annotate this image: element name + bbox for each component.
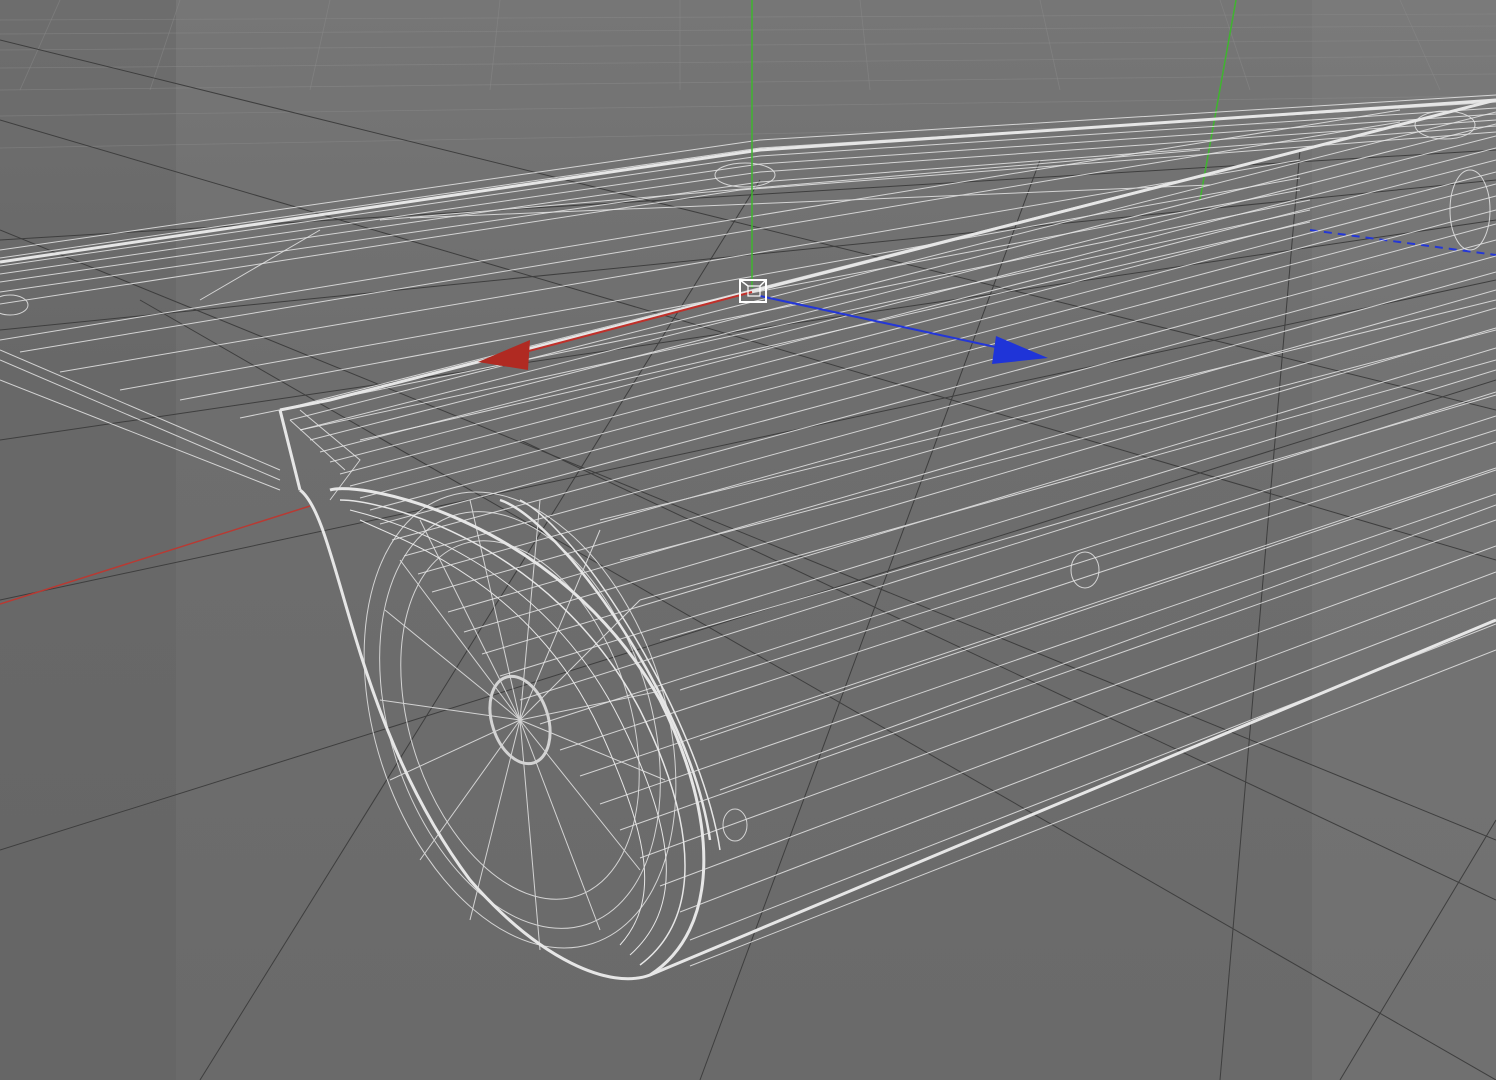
safe-frame-left [0, 0, 176, 1080]
safe-frame-right [1312, 0, 1496, 1080]
viewport-canvas[interactable] [0, 0, 1496, 1080]
3d-viewport[interactable] [0, 0, 1496, 1080]
viewport-background [0, 0, 1496, 1080]
